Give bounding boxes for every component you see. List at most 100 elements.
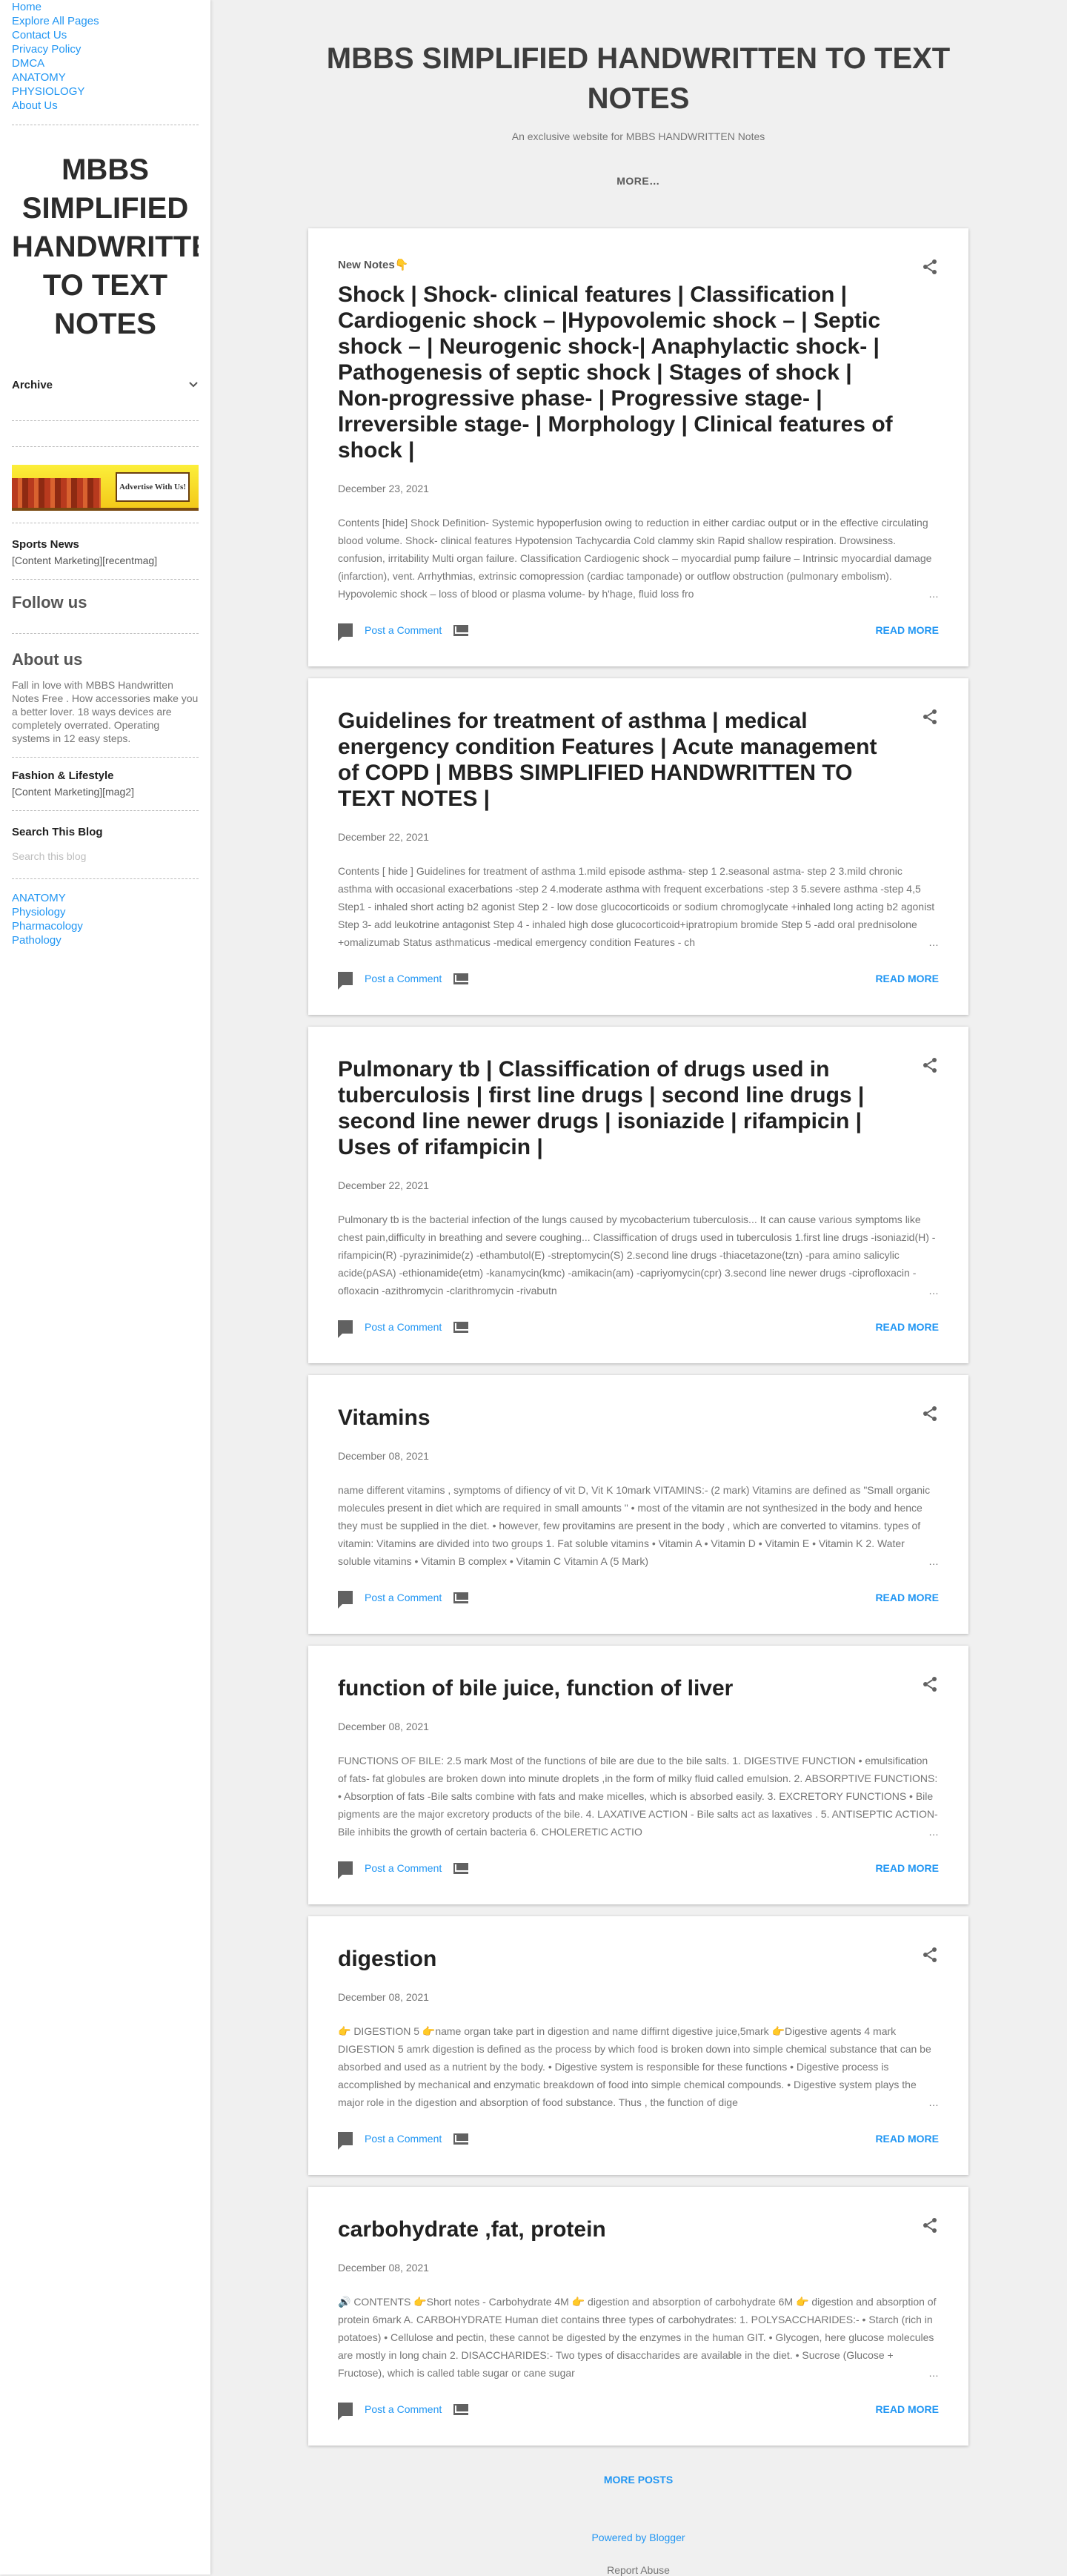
email-icon[interactable] [453, 2133, 469, 2145]
divider [12, 810, 199, 811]
share-icon[interactable] [921, 1056, 939, 1074]
post-date[interactable]: December 08, 2021 [338, 1721, 939, 1732]
comment-icon[interactable] [338, 1591, 353, 1609]
post-comment-link[interactable]: Post a Comment [365, 2133, 442, 2145]
more-pages-button[interactable]: MORE… [308, 175, 968, 187]
post-actions: Post a Comment READ MORE [338, 1320, 939, 1338]
post-card: digestion December 08, 2021 👉 DIGESTION … [308, 1916, 968, 2175]
post-date[interactable]: December 23, 2021 [338, 483, 939, 494]
post-card: New Notes👇 Shock | Shock- clinical featu… [308, 228, 968, 666]
divider [12, 446, 199, 447]
post-title[interactable]: carbohydrate ,fat, protein [338, 2216, 939, 2242]
nav-anatomy-link[interactable]: ANATOMY [12, 70, 199, 85]
more-posts-button[interactable]: MORE POSTS [604, 2474, 673, 2486]
post-date[interactable]: December 08, 2021 [338, 2262, 939, 2274]
post-title[interactable]: function of bile juice, function of live… [338, 1675, 939, 1701]
powered-by-blogger-link[interactable]: Powered by Blogger [591, 2532, 685, 2543]
divider [12, 579, 199, 580]
email-icon[interactable] [453, 1592, 469, 1603]
post-title[interactable]: Pulmonary tb | Classiffication of drugs … [338, 1056, 939, 1160]
search-blog-title: Search This Blog [12, 826, 103, 838]
post-comment-link[interactable]: Post a Comment [365, 624, 442, 636]
post-actions: Post a Comment READ MORE [338, 1591, 939, 1609]
sidebar-blog-title[interactable]: MBBS SIMPLIFIED HANDWRITTEN TO TEXT NOTE… [12, 137, 199, 367]
post-snippet-text: name different vitamins , symptoms of di… [338, 1484, 931, 1567]
post-title[interactable]: digestion [338, 1946, 939, 1972]
search-input[interactable]: Search this blog [12, 850, 199, 862]
comment-icon[interactable] [338, 1320, 353, 1338]
advertise-banner[interactable]: Advertise With Us! [12, 465, 199, 511]
post-comment-link[interactable]: Post a Comment [365, 1321, 442, 1333]
email-icon[interactable] [453, 1321, 469, 1333]
post-card: function of bile juice, function of live… [308, 1646, 968, 1904]
comment-icon[interactable] [338, 972, 353, 990]
nav-contact-link[interactable]: Contact Us [12, 28, 199, 42]
label-physiology-link[interactable]: Physiology [12, 905, 199, 919]
nav-about-link[interactable]: About Us [12, 99, 199, 113]
comment-icon[interactable] [338, 623, 353, 641]
post-comment-link[interactable]: Post a Comment [365, 973, 442, 984]
post-comment-link[interactable]: Post a Comment [365, 1862, 442, 1874]
post-snippet: Contents [hide] Shock Definition- System… [338, 514, 939, 603]
post-snippet-text: FUNCTIONS OF BILE: 2.5 mark Most of the … [338, 1755, 938, 1838]
sidebar: Home Explore All Pages Contact Us Privac… [0, 0, 210, 2575]
post-date[interactable]: December 08, 2021 [338, 1991, 939, 2003]
share-icon[interactable] [921, 1675, 939, 1693]
post-title[interactable]: Shock | Shock- clinical features | Class… [338, 282, 939, 463]
comment-icon[interactable] [338, 2403, 353, 2420]
share-icon[interactable] [921, 2216, 939, 2234]
post-actions: Post a Comment READ MORE [338, 623, 939, 641]
post-title[interactable]: Guidelines for treatment of asthma | med… [338, 708, 939, 812]
post-date[interactable]: December 08, 2021 [338, 1450, 939, 1462]
post-date[interactable]: December 22, 2021 [338, 831, 939, 843]
blog-title[interactable]: MBBS SIMPLIFIED HANDWRITTEN TO TEXT NOTE… [308, 39, 968, 119]
follow-us-title: Follow us [12, 593, 87, 612]
post-snippet: Contents [ hide ] Guidelines for treatme… [338, 862, 939, 951]
read-more-button[interactable]: READ MORE [875, 973, 939, 984]
nav-privacy-link[interactable]: Privacy Policy [12, 42, 199, 56]
post-actions: Post a Comment READ MORE [338, 2403, 939, 2420]
post-list: New Notes👇 Shock | Shock- clinical featu… [308, 228, 968, 2446]
label-pharmacology-link[interactable]: Pharmacology [12, 919, 199, 933]
blog-description: An exclusive website for MBBS HANDWRITTE… [511, 130, 765, 142]
comment-icon[interactable] [338, 2132, 353, 2150]
post-title[interactable]: Vitamins [338, 1405, 939, 1431]
post-kicker: New Notes👇 [338, 259, 409, 271]
archive-toggle[interactable]: Archive [12, 367, 199, 403]
post-card: Vitamins December 08, 2021 name differen… [308, 1375, 968, 1634]
post-comment-link[interactable]: Post a Comment [365, 1592, 442, 1603]
share-icon[interactable] [921, 1946, 939, 1964]
read-more-button[interactable]: READ MORE [875, 1592, 939, 1603]
page-links: Home Explore All Pages Contact Us Privac… [12, 0, 199, 113]
post-date[interactable]: December 22, 2021 [338, 1179, 939, 1191]
email-icon[interactable] [453, 624, 469, 636]
email-icon[interactable] [453, 973, 469, 984]
comment-icon[interactable] [338, 1861, 353, 1879]
label-pathology-link[interactable]: Pathology [12, 933, 199, 947]
post-snippet-text: Pulmonary tb is the bacterial infection … [338, 1213, 936, 1297]
nav-dmca-link[interactable]: DMCA [12, 56, 199, 70]
share-icon[interactable] [921, 258, 939, 276]
divider [12, 757, 199, 758]
ellipsis: … [857, 2093, 939, 2111]
email-icon[interactable] [453, 2403, 469, 2415]
ellipsis: … [857, 1552, 939, 1570]
nav-explore-link[interactable]: Explore All Pages [12, 14, 199, 28]
ellipsis: … [857, 585, 939, 603]
nav-physiology-link[interactable]: PHYSIOLOGY [12, 85, 199, 99]
label-anatomy-link[interactable]: ANATOMY [12, 891, 199, 905]
read-more-button[interactable]: READ MORE [875, 1321, 939, 1333]
read-more-button[interactable]: READ MORE [875, 2133, 939, 2145]
post-comment-link[interactable]: Post a Comment [365, 2403, 442, 2415]
post-actions: Post a Comment READ MORE [338, 2132, 939, 2150]
read-more-button[interactable]: READ MORE [875, 624, 939, 636]
post-card: Guidelines for treatment of asthma | med… [308, 678, 968, 1015]
share-icon[interactable] [921, 1405, 939, 1423]
read-more-button[interactable]: READ MORE [875, 2403, 939, 2415]
sports-news-content: [Content Marketing][recentmag] [12, 554, 158, 566]
nav-home-link[interactable]: Home [12, 0, 199, 14]
post-snippet-text: Contents [ hide ] Guidelines for treatme… [338, 865, 935, 948]
email-icon[interactable] [453, 1862, 469, 1874]
read-more-button[interactable]: READ MORE [875, 1862, 939, 1874]
share-icon[interactable] [921, 708, 939, 726]
